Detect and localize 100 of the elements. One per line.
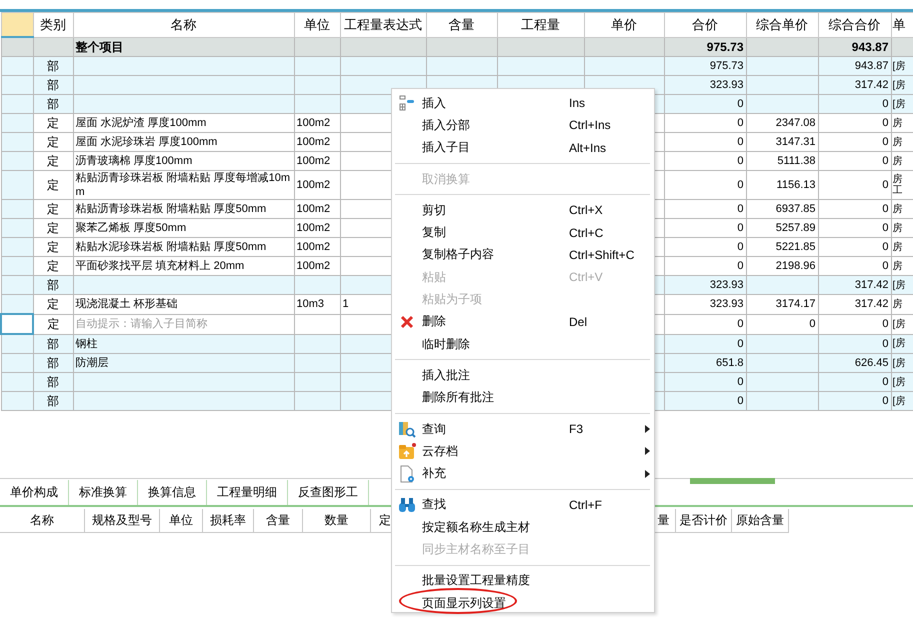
table-cell: 6937.85 <box>776 203 816 215</box>
table-cell: 0 <box>737 136 744 148</box>
table-cell: 0 <box>737 179 744 191</box>
column-header: 单 <box>891 12 913 37</box>
focused-cell[interactable] <box>1 314 33 334</box>
table-cell: 0 <box>882 376 888 388</box>
table-cell: 100m2 <box>296 260 330 272</box>
table-cell: 0 <box>737 376 744 388</box>
table-cell: 定 <box>47 317 60 331</box>
table-cell: 317.42 <box>854 279 888 291</box>
table-cell: 房 <box>892 260 902 272</box>
table-cell: 定 <box>47 240 59 254</box>
table-cell: 0 <box>737 203 744 215</box>
table-cell: 0 <box>737 117 744 129</box>
column-header: 单位 <box>294 12 340 37</box>
table-cell: 房 <box>892 136 902 148</box>
menu-item[interactable]: 批量设置工程量精度 <box>392 570 654 592</box>
table-cell: 定 <box>47 259 59 273</box>
table-cell: 整个项目 <box>76 40 124 54</box>
table-cell: 317.42 <box>854 79 888 91</box>
table-cell: 0 <box>882 179 888 191</box>
table-cell: 1156.13 <box>776 179 816 191</box>
menu-item[interactable]: 复制 Ctrl+C <box>392 221 654 244</box>
column-header: 名称 <box>0 509 85 533</box>
table-cell: 部 <box>47 394 59 408</box>
table-cell: 1 <box>342 298 349 310</box>
column-header: 合价 <box>664 12 746 37</box>
table-cell: 5257.89 <box>776 222 816 234</box>
table-cell: 651.8 <box>716 357 744 369</box>
table-cell: [房 <box>892 60 906 72</box>
table-cell: 房 <box>892 298 902 310</box>
table-cell: 0 <box>737 241 744 253</box>
table-cell: 定 <box>47 297 59 312</box>
menu-item[interactable]: 云存档 <box>392 440 654 462</box>
table-cell: 定 <box>47 221 59 235</box>
table-cell: 部 <box>47 356 59 370</box>
table-cell: 定 <box>47 178 59 192</box>
menu-item[interactable]: 插入子目 Alt+Ins <box>392 136 654 159</box>
table-cell: 0 <box>882 241 888 253</box>
column-header: 单价 <box>584 12 664 37</box>
table-cell: 0 <box>737 318 744 330</box>
table-cell: 房 <box>892 204 902 214</box>
table-cell: 0 <box>737 155 744 167</box>
column-header: 综合单价 <box>746 12 818 37</box>
menu-item[interactable]: 删除所有批注 <box>392 386 654 409</box>
menu-item[interactable]: 剪切 Ctrl+X <box>392 199 654 222</box>
column-header: 损耗率 <box>203 509 254 533</box>
menu-item[interactable]: 页面显示列设置 <box>392 592 654 614</box>
menu-item[interactable]: 插入分部 Ctrl+Ins <box>392 114 654 137</box>
table-cell: 定 <box>47 202 59 216</box>
table-cell: 聚苯乙烯板 厚度50mm <box>76 222 186 234</box>
table-cell: 100m2 <box>296 203 330 215</box>
table-cell: 2347.08 <box>776 117 816 129</box>
table-cell: 0 <box>737 98 744 110</box>
table-cell: 0 <box>882 318 888 330</box>
table-cell: 定 <box>47 116 59 130</box>
table-cell: 0 <box>882 260 888 272</box>
table-cell: 房 <box>892 156 902 166</box>
menu-item[interactable]: 插入批注 <box>392 364 654 387</box>
binoculars-icon <box>398 496 416 513</box>
table-cell: 部 <box>47 278 59 292</box>
table-cell: 100m2 <box>296 222 330 234</box>
table-cell: 0 <box>737 395 744 407</box>
menu-item[interactable]: 补充 <box>392 462 654 485</box>
table-cell: 粘贴沥青珍珠岩板 附墙粘贴 厚度50mm <box>76 203 266 215</box>
table-cell: 部 <box>47 375 59 389</box>
column-header: 含量 <box>426 12 497 37</box>
book-search-icon <box>398 420 416 438</box>
table-cell: 0 <box>737 260 744 272</box>
table-cell: [房 <box>892 80 906 90</box>
table-cell: [房 <box>892 280 906 290</box>
table-cell: [房 <box>892 358 906 368</box>
table-cell: 粘贴水泥珍珠岩板 附墙粘贴 厚度50mm <box>76 241 266 253</box>
table-cell: 10m3 <box>296 298 324 310</box>
table-cell: 定 <box>47 154 59 168</box>
table-cell: 0 <box>737 338 744 350</box>
splitter-handle[interactable] <box>690 478 775 484</box>
menu-item[interactable]: 复制格子内容 Ctrl+Shift+C <box>392 244 654 266</box>
column-header: 工程量 <box>497 12 584 37</box>
table-cell: 975.73 <box>710 60 744 72</box>
column-header: 名称 <box>73 12 294 37</box>
delete-icon <box>400 314 414 329</box>
table-cell: 100m2 <box>296 117 330 129</box>
table-cell: [房 <box>892 376 906 388</box>
menu-item[interactable]: 临时删除 <box>392 332 654 356</box>
table-cell: 323.93 <box>710 79 744 91</box>
table-cell: 0 <box>882 203 888 215</box>
table-cell: 0 <box>882 117 888 129</box>
column-header: 数量 <box>303 509 371 533</box>
table-cell: 0 <box>882 222 888 234</box>
table-cell: 3147.31 <box>776 136 816 148</box>
column-header: 工程量表达式 <box>340 12 426 37</box>
table-cell: 房 <box>892 242 902 252</box>
table-cell: [房 <box>892 318 906 330</box>
menu-item[interactable]: 插入 Ins <box>392 92 654 114</box>
table-cell: 0 <box>882 155 888 167</box>
table-cell: 钢柱 <box>76 338 98 350</box>
menu-item[interactable]: 删除 Del <box>392 310 654 333</box>
table-cell: 0 <box>809 318 816 330</box>
menu-item[interactable]: 查询 F3 <box>392 418 654 440</box>
